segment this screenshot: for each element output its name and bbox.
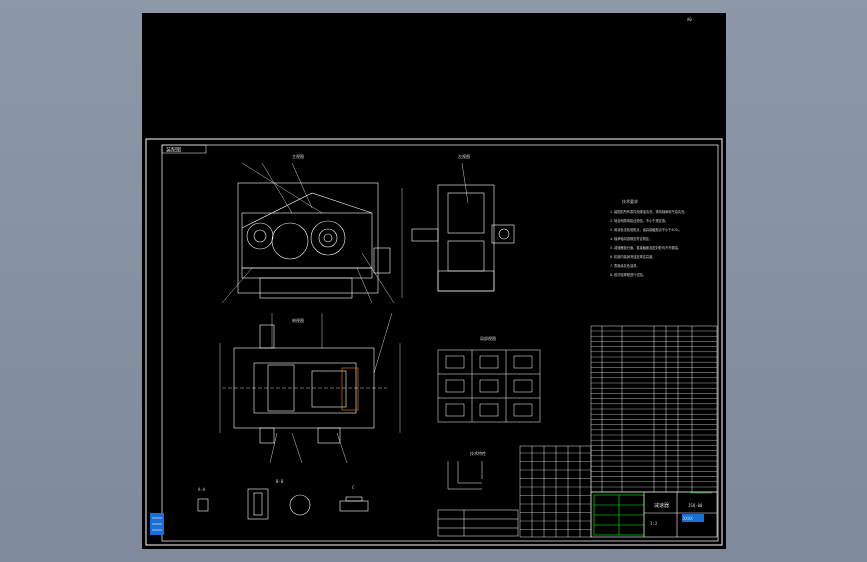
label-top-view: 俯视图 [292,317,304,323]
svg-text:6. 机座内装润滑油至规定高度。: 6. 机座内装润滑油至规定高度。 [610,254,656,259]
svg-text:5. 减速器剖分面、各接触面及密封处均不许漏油。: 5. 减速器剖分面、各接触面及密封处均不许漏油。 [610,245,681,250]
svg-text:7. 表面涂灰色油漆。: 7. 表面涂灰色油漆。 [610,263,640,268]
top-right-mark: A0 [687,17,692,22]
svg-text:4. 轴承轴向游隙应符合规定。: 4. 轴承轴向游隙应符合规定。 [610,236,652,241]
title-block-code: JSQ-00 [688,503,703,508]
tech-characteristics-title: 技术特性 [470,450,486,456]
label-section-b: B-B [276,479,284,484]
tech-requirements: 1. 装配前所有零件用煤油清洗，滚动轴承用汽油清洗。 2. 啮合侧隙用铅丝检验，… [610,209,687,277]
tech-req-title: 技术要求 [622,198,638,204]
svg-text:1. 装配前所有零件用煤油清洗，滚动轴承用汽油清洗。: 1. 装配前所有零件用煤油清洗，滚动轴承用汽油清洗。 [610,209,687,214]
title-block-scale: 1:2 [650,521,658,526]
svg-text:3. 用涂色法检验斑点，齿高接触斑点不小于40%。: 3. 用涂色法检验斑点，齿高接触斑点不小于40%。 [610,227,682,232]
cad-model-viewport[interactable]: 装配图 A0 A-A B-B C 局部视图 技术特性 技术要求 1. 装配前所有… [142,13,726,549]
spec-table [519,445,592,538]
label-section-c: C [352,485,355,490]
inner-frame [161,144,719,542]
label-side-view: 左视图 [458,153,470,159]
legend-callouts [437,461,519,537]
detail-views [197,488,369,520]
detail-grid [437,349,541,423]
front-view [221,162,403,304]
title-block [590,491,718,538]
title-block-drawing-name: 减速器 [654,502,669,509]
details-title: 局部视图 [480,335,496,341]
label-front-view: 主视图 [292,153,304,159]
top-view [219,312,401,464]
assembly-drawing: 装配图 A0 A-A B-B C 局部视图 技术特性 技术要求 1. 装配前所有… [145,17,723,546]
side-view [411,162,515,292]
label-section-a: A-A [198,487,206,492]
spec-rows [520,452,591,530]
title-block-school: XXXX [683,516,693,521]
svg-text:2. 啮合侧隙用铅丝检验，不小于规定值。: 2. 啮合侧隙用铅丝检验，不小于规定值。 [610,218,668,223]
svg-text:8. 按试验规程进行试验。: 8. 按试验规程进行试验。 [610,272,646,277]
frame-tag: 装配图 [166,147,181,154]
